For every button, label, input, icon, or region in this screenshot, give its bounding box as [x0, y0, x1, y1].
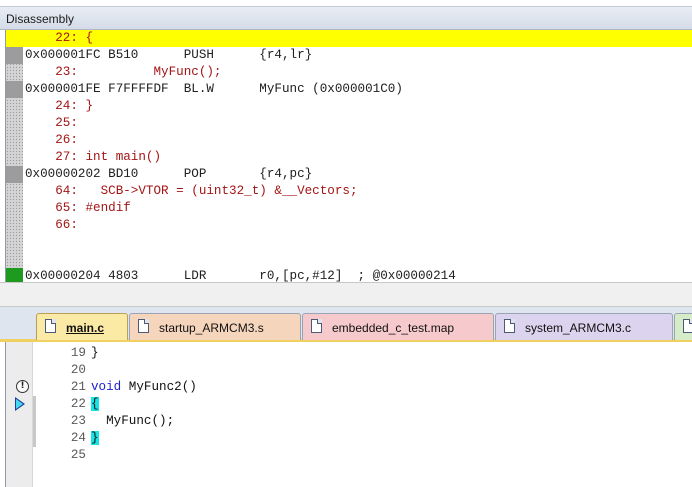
- line-number: 25: [70, 448, 86, 462]
- code-coverage-marker: [6, 81, 23, 98]
- line-number: 21: [70, 380, 86, 394]
- tab-partial[interactable]: [674, 313, 692, 340]
- disassembly-line-text: 0x000001FC B510 PUSH {r4,lr}: [25, 48, 313, 62]
- editor-line[interactable]: 25: [6, 447, 692, 464]
- keyword-void: void: [91, 380, 122, 394]
- line-number: 22: [70, 397, 86, 411]
- editor-line[interactable]: 19 }: [6, 345, 692, 362]
- disassembly-window: Disassembly 22: { 0x000001FC B510 PUSH {…: [0, 0, 692, 307]
- disassembly-line[interactable]: 64: SCB->VTOR = (uint32_t) &__Vectors;: [6, 183, 692, 200]
- warning-icon[interactable]: !: [16, 380, 29, 393]
- line-code: }: [91, 346, 99, 360]
- disassembly-line-current[interactable]: 22: {: [6, 30, 692, 47]
- matching-brace-highlight: }: [91, 431, 99, 445]
- disassembly-line[interactable]: 0x000001FE F7FFFFDF BL.W MyFunc (0x00000…: [6, 81, 692, 98]
- disassembly-line[interactable]: 25:: [6, 115, 692, 132]
- executed-code-marker: [6, 268, 23, 282]
- line-number: 19: [70, 346, 86, 360]
- tab-label: startup_ARMCM3.s: [159, 321, 264, 335]
- source-editor[interactable]: 19 } 20 ! 21 void MyFunc2() 22 { 23 MyFu…: [5, 342, 692, 487]
- code-coverage-marker: [6, 47, 23, 64]
- disassembly-line-text: 64: SCB->VTOR = (uint32_t) &__Vectors;: [25, 184, 358, 198]
- line-number: 24: [70, 431, 86, 445]
- disassembly-line-text: 0x000001FE F7FFFFDF BL.W MyFunc (0x00000…: [25, 82, 403, 96]
- disassembly-line[interactable]: 27: int main(): [6, 149, 692, 166]
- editor-tab-bar: main.c startup_ARMCM3.s embedded_c_test.…: [0, 307, 692, 342]
- disassembly-line-text: 24: }: [25, 99, 94, 113]
- tab-startup-armcm3-s[interactable]: startup_ARMCM3.s: [129, 313, 301, 340]
- tab-main-c[interactable]: main.c: [36, 313, 128, 340]
- editor-line[interactable]: 24 }: [6, 430, 692, 447]
- file-icon: [45, 319, 56, 333]
- file-icon: [683, 319, 692, 333]
- line-code-rest: MyFunc2(): [121, 380, 197, 394]
- disassembly-view[interactable]: 22: { 0x000001FC B510 PUSH {r4,lr} 23: M…: [5, 30, 692, 282]
- disassembly-line[interactable]: 0x00000202 BD10 POP {r4,pc}: [6, 166, 692, 183]
- disassembly-title: Disassembly: [0, 6, 692, 30]
- editor-line-current[interactable]: 22 {: [6, 396, 692, 413]
- editor-line[interactable]: 20: [6, 362, 692, 379]
- disassembly-horizontal-scrollbar[interactable]: [0, 282, 692, 307]
- disassembly-line-text: 0x00000204 4803 LDR r0,[pc,#12] ; @0x000…: [25, 269, 456, 282]
- tab-label: main.c: [66, 321, 105, 335]
- disassembly-line[interactable]: 23: MyFunc();: [6, 64, 692, 81]
- file-icon: [138, 319, 149, 333]
- disassembly-line[interactable]: 65: #endif: [6, 200, 692, 217]
- line-code: MyFunc();: [91, 414, 175, 428]
- matching-brace-highlight: {: [91, 397, 99, 411]
- disassembly-line[interactable]: 24: }: [6, 98, 692, 115]
- tab-system-armcm3-c[interactable]: system_ARMCM3.c: [495, 313, 673, 340]
- code-coverage-marker: [6, 166, 23, 183]
- execution-arrow-icon: [15, 397, 25, 411]
- disassembly-line-text: 23: MyFunc();: [25, 65, 222, 79]
- line-number: 20: [70, 363, 86, 377]
- editor-line[interactable]: 23 MyFunc();: [6, 413, 692, 430]
- disassembly-line-text: 25:: [25, 116, 78, 130]
- disassembly-line-text: 27: int main(): [25, 150, 162, 164]
- disassembly-line-text: 22: {: [25, 31, 94, 45]
- disassembly-line[interactable]: 26:: [6, 132, 692, 149]
- disassembly-line[interactable]: 0x00000204 4803 LDR r0,[pc,#12] ; @0x000…: [6, 268, 692, 282]
- line-code: void MyFunc2(): [91, 380, 197, 394]
- line-number: 23: [70, 414, 86, 428]
- disassembly-line[interactable]: 0x000001FC B510 PUSH {r4,lr}: [6, 47, 692, 64]
- disassembly-line-text: 65: #endif: [25, 201, 131, 215]
- tab-label: embedded_c_test.map: [332, 321, 455, 335]
- file-icon: [311, 319, 322, 333]
- tab-embedded-c-test-map[interactable]: embedded_c_test.map: [302, 313, 494, 340]
- editor-line[interactable]: ! 21 void MyFunc2(): [6, 379, 692, 396]
- disassembly-line-text: 26:: [25, 133, 78, 147]
- disassembly-line-text: 0x00000202 BD10 POP {r4,pc}: [25, 167, 313, 181]
- disassembly-line[interactable]: 66:: [6, 217, 692, 234]
- disassembly-line-text: 66:: [25, 218, 78, 232]
- file-icon: [504, 319, 515, 333]
- tab-label: system_ARMCM3.c: [525, 321, 632, 335]
